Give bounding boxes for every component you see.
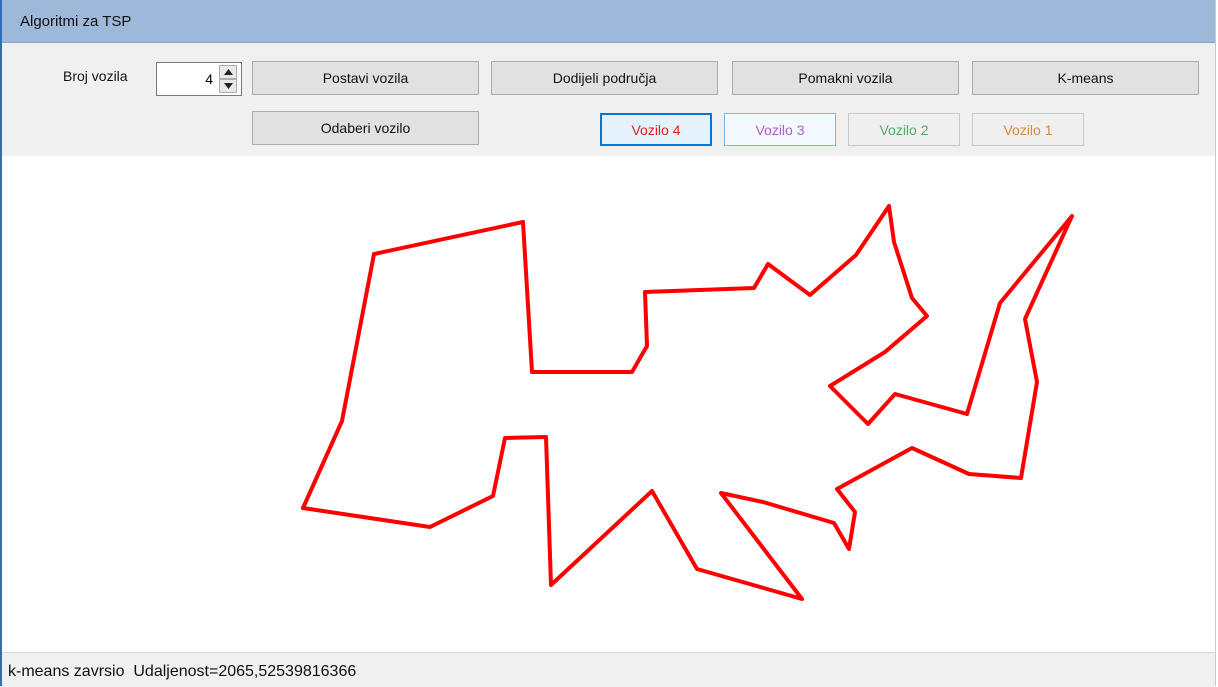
route-canvas[interactable]	[2, 156, 1215, 646]
vehicle-route-path	[301, 204, 1074, 601]
dodijeli-podrucja-button[interactable]: Dodijeli područja	[491, 61, 718, 95]
window-title: Algoritmi za TSP	[20, 13, 132, 30]
pomakni-vozila-button[interactable]: Pomakni vozila	[732, 61, 959, 95]
broj-vozila-label: Broj vozila	[63, 68, 128, 84]
status-message: k-means zavrsio	[8, 663, 125, 680]
toolbar: Broj vozila Postavi vozila Dodijeli podr…	[2, 43, 1215, 156]
vozilo-1-button[interactable]: Vozilo 1	[972, 113, 1084, 146]
broj-vozila-input[interactable]	[157, 63, 215, 95]
app-window: Algoritmi za TSP Broj vozila Postavi voz…	[0, 0, 1216, 687]
title-bar: Algoritmi za TSP	[2, 0, 1215, 43]
status-bar: k-means zavrsio Udaljenost=2065,52539816…	[2, 652, 1215, 687]
status-text: k-means zavrsio Udaljenost=2065,52539816…	[8, 663, 356, 681]
vozilo-4-button[interactable]: Vozilo 4	[600, 113, 712, 146]
odaberi-vozilo-button[interactable]: Odaberi vozilo	[252, 111, 479, 145]
stepper-down-button[interactable]	[219, 79, 237, 93]
distance-readout: Udaljenost=2065,52539816366	[133, 663, 357, 680]
chevron-down-icon	[223, 83, 233, 89]
vozilo-2-button[interactable]: Vozilo 2	[848, 113, 960, 146]
broj-vozila-stepper[interactable]	[156, 62, 242, 96]
vozilo-3-button[interactable]: Vozilo 3	[724, 113, 836, 146]
kmeans-button[interactable]: K-means	[972, 61, 1199, 95]
chevron-up-icon	[223, 69, 233, 75]
postavi-vozila-button[interactable]: Postavi vozila	[252, 61, 479, 95]
stepper-up-button[interactable]	[219, 65, 237, 79]
